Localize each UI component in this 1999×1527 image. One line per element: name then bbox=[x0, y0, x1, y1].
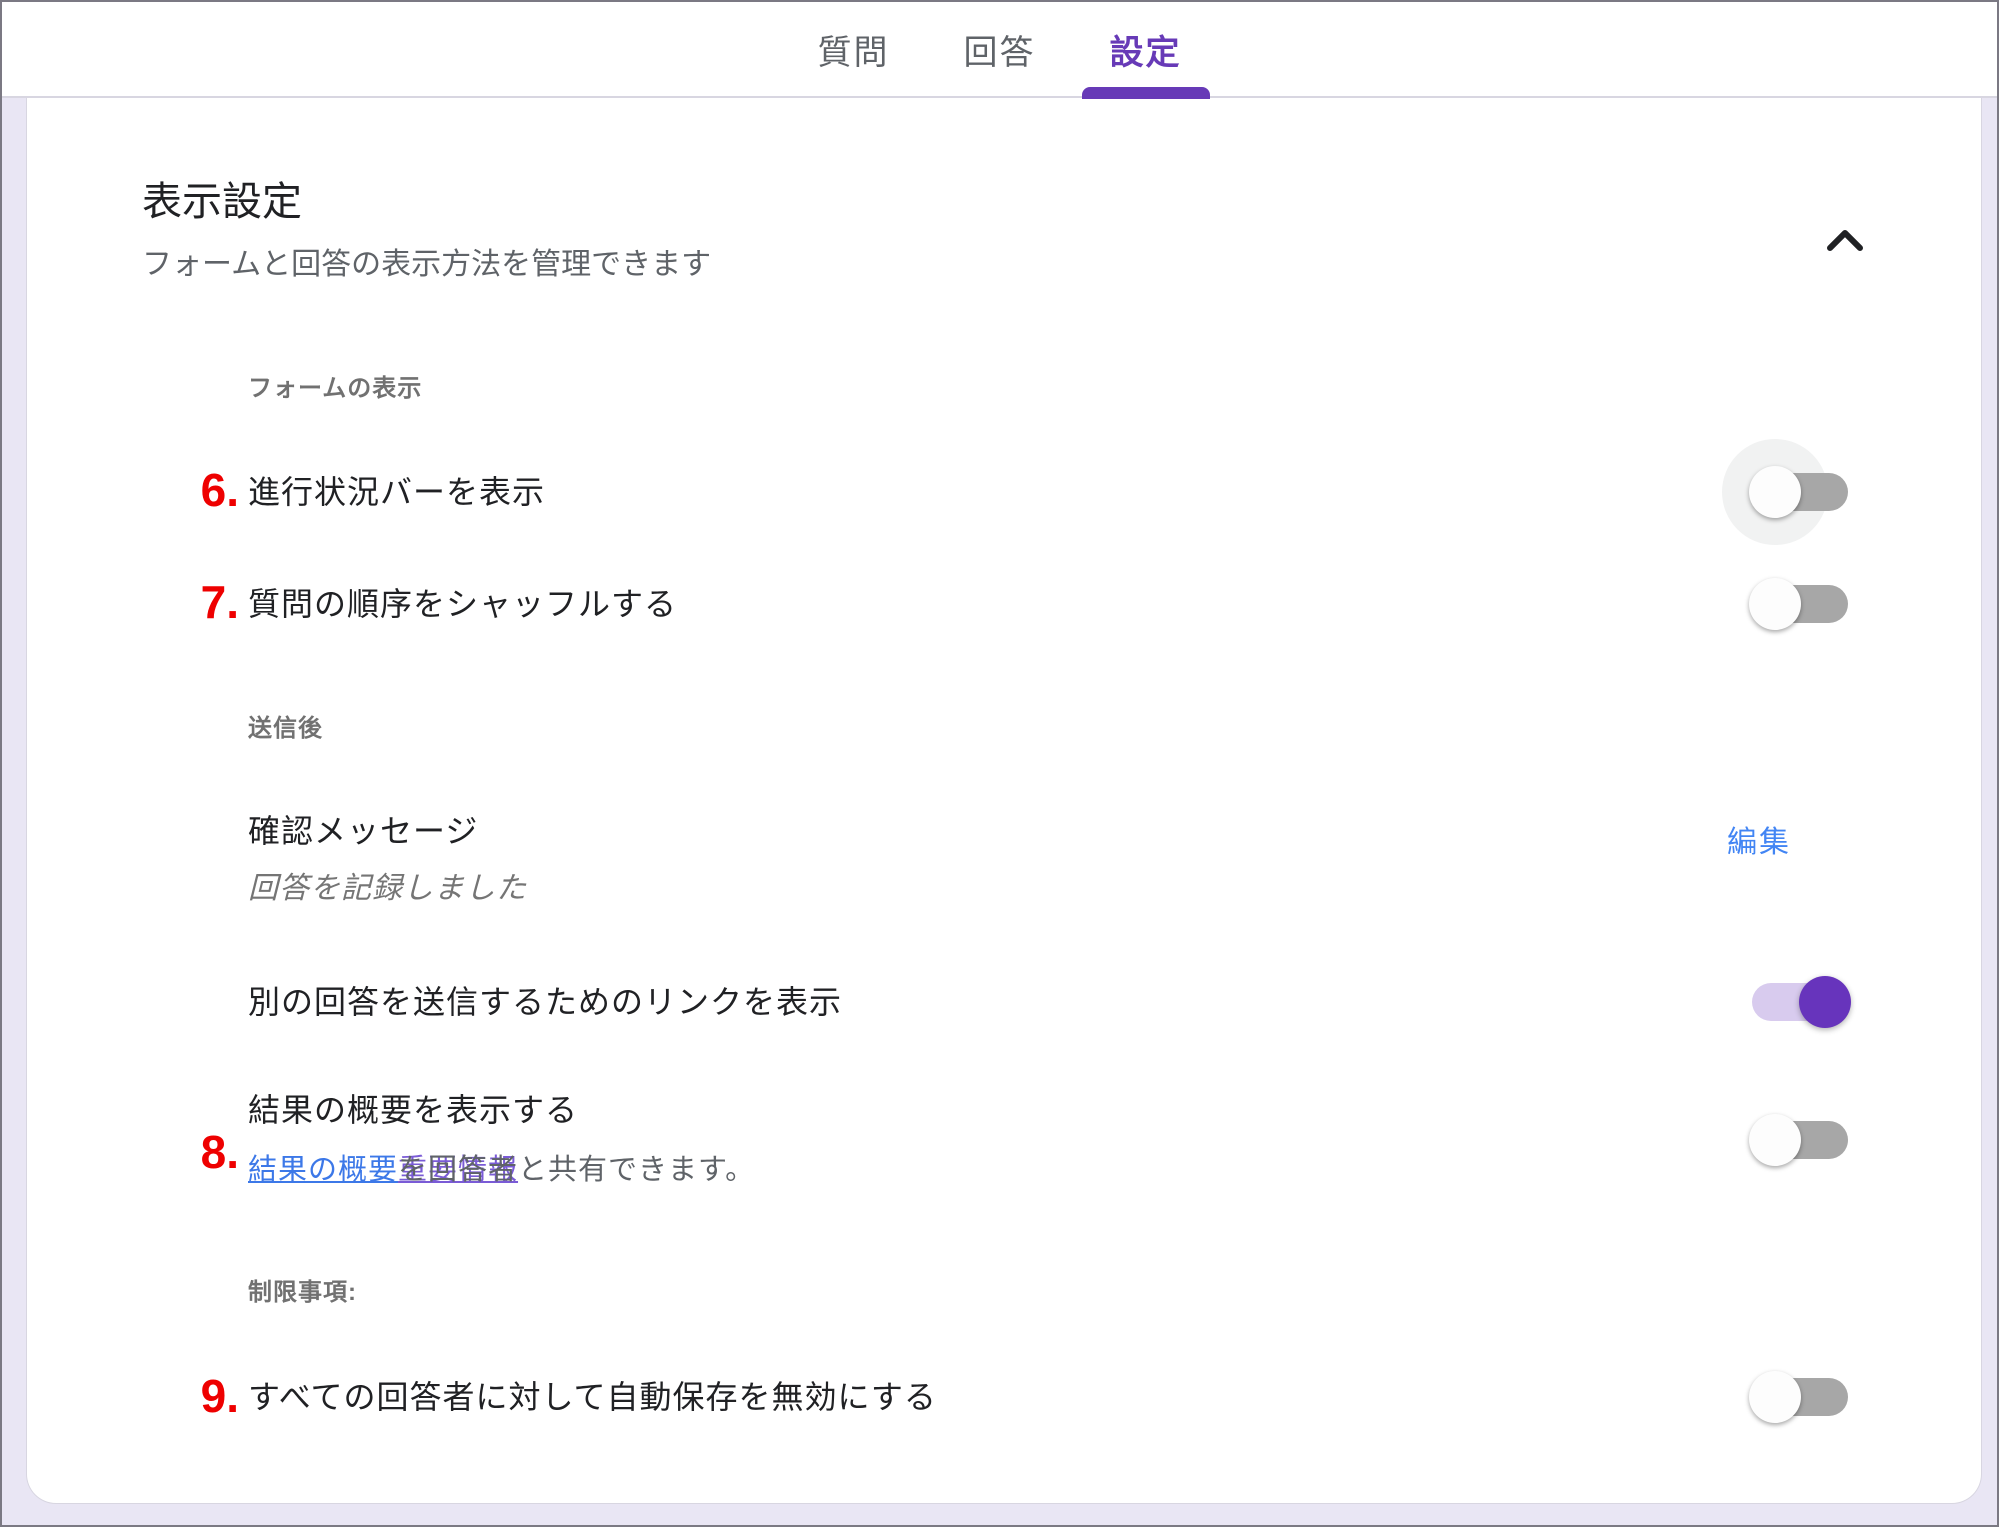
toggle-knob bbox=[1799, 976, 1851, 1028]
tab-responses[interactable]: 回答 bbox=[956, 1, 1044, 97]
tab-questions[interactable]: 質問 bbox=[810, 1, 898, 97]
edit-confirmation-link[interactable]: 編集 bbox=[1727, 824, 1857, 862]
annotation-number-6: 6. bbox=[147, 464, 239, 516]
shuffle-questions-toggle[interactable] bbox=[1752, 585, 1848, 623]
tab-settings[interactable]: 設定 bbox=[1102, 1, 1190, 97]
toggle-knob bbox=[1749, 1371, 1801, 1423]
confirmation-message-value: 回答を記録しました bbox=[248, 870, 527, 908]
chevron-up-icon bbox=[1823, 228, 1867, 257]
toggle-knob bbox=[1749, 466, 1801, 518]
results-summary-toggle[interactable] bbox=[1752, 1121, 1848, 1159]
disable-autosave-label: すべての回答者に対して自動保存を無効にする bbox=[248, 1377, 937, 1417]
progress-bar-toggle[interactable] bbox=[1752, 473, 1848, 511]
section-header-form-presentation: フォームの表示 bbox=[248, 374, 422, 404]
confirmation-message-title: 確認メッセージ bbox=[248, 810, 478, 852]
section-header-restrictions: 制限事項: bbox=[248, 1278, 357, 1308]
another-response-link-label: 別の回答を送信するためのリンクを表示 bbox=[248, 982, 842, 1022]
annotation-number-8: 8. bbox=[147, 1126, 239, 1178]
panel-title: 表示設定 bbox=[142, 178, 302, 226]
results-summary-label: 結果の概要を表示する bbox=[248, 1090, 578, 1130]
disable-autosave-toggle[interactable] bbox=[1752, 1378, 1848, 1416]
panel-subtitle: フォームと回答の表示方法を管理できます bbox=[142, 246, 711, 284]
results-summary-desc-text: を回答者と共有できます。 bbox=[398, 1150, 755, 1190]
progress-bar-label: 進行状況バーを表示 bbox=[248, 472, 545, 512]
annotation-number-7: 7. bbox=[147, 576, 239, 628]
presentation-settings-card: 表示設定 フォームと回答の表示方法を管理できます フォームの表示 6. 進行状況… bbox=[26, 98, 1982, 1504]
toggle-knob bbox=[1749, 1114, 1801, 1166]
results-summary-link[interactable]: 結果の概要 bbox=[248, 1154, 398, 1186]
results-summary-description: 結果の概要を回答者と共有できます。重要情報 bbox=[248, 1150, 518, 1190]
shuffle-questions-label: 質問の順序をシャッフルする bbox=[248, 584, 677, 624]
section-header-after-submission: 送信後 bbox=[248, 714, 323, 744]
toggle-knob bbox=[1749, 578, 1801, 630]
annotation-number-9: 9. bbox=[147, 1370, 239, 1422]
google-forms-settings-screen: 質問 回答 設定 表示設定 フォームと回答の表示方法を管理できます フォームの表… bbox=[0, 0, 1999, 1527]
form-tab-bar: 質問 回答 設定 bbox=[2, 2, 1997, 98]
another-response-toggle[interactable] bbox=[1752, 983, 1848, 1021]
collapse-section-button[interactable] bbox=[1789, 202, 1857, 254]
